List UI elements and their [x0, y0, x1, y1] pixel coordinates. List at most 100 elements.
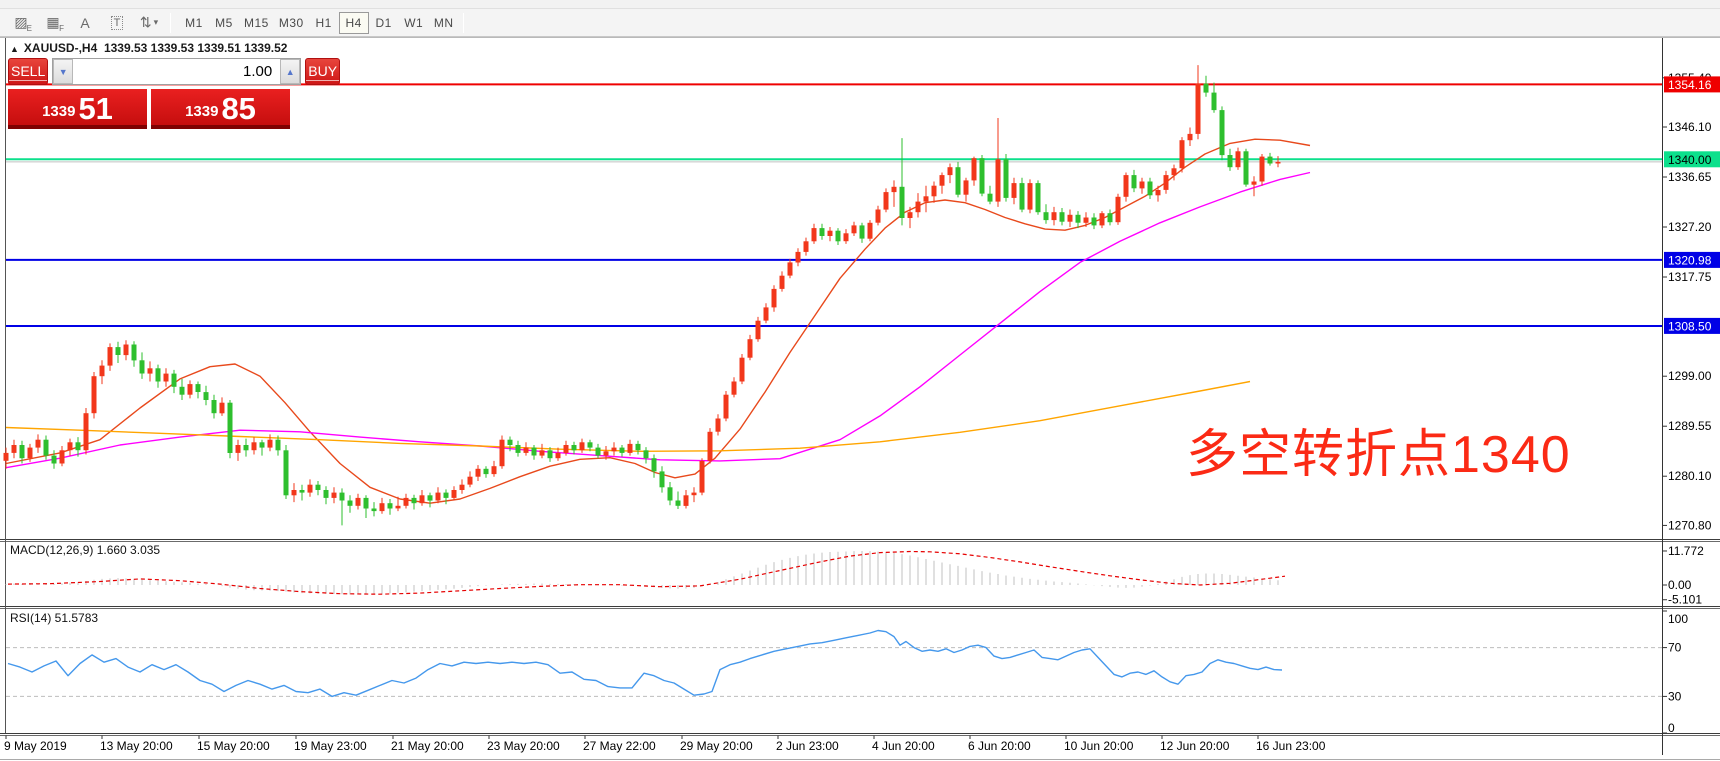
time-axis-label: 23 May 20:00	[487, 739, 560, 753]
macd-panel	[6, 551, 1278, 595]
macd-axis-label: 11.772	[1668, 544, 1704, 558]
candle-body	[1212, 93, 1217, 111]
time-axis-label: 15 May 20:00	[197, 739, 270, 753]
candle-body	[1084, 218, 1089, 223]
price-axis-label: 1299.00	[1668, 369, 1712, 383]
sell-price-box[interactable]: 1339 51	[8, 89, 147, 129]
candle-body	[844, 233, 849, 241]
candle-body	[348, 501, 353, 506]
candle-body	[476, 469, 481, 477]
candle-body	[1220, 110, 1225, 155]
candle-body	[420, 495, 425, 503]
time-axis-label: 12 Jun 20:00	[1160, 739, 1230, 753]
candle-body	[172, 374, 177, 387]
rsi-axis-label: 0	[1668, 721, 1675, 735]
candle-body	[156, 368, 161, 381]
candle-body	[44, 440, 49, 456]
candle-body	[860, 225, 865, 238]
candle-body	[964, 180, 969, 194]
candle-body	[324, 490, 329, 498]
candle-body	[540, 450, 545, 455]
candle-body	[404, 498, 409, 506]
candle-body	[1020, 183, 1025, 210]
candle-body	[804, 241, 809, 252]
candle-body	[1036, 183, 1041, 212]
sell-button[interactable]: SELL	[8, 58, 48, 85]
candle-body	[1068, 215, 1073, 222]
candle-body	[812, 228, 817, 241]
candle-body	[356, 498, 361, 506]
buy-price-box[interactable]: 1339 85	[151, 89, 290, 129]
candle-body	[508, 440, 513, 445]
candle-body	[196, 384, 201, 392]
candle-body	[580, 442, 585, 450]
candle-body	[124, 345, 129, 356]
candle-body	[636, 444, 641, 450]
candle-body	[900, 187, 905, 218]
rsi-line	[8, 631, 1282, 697]
candle-body	[676, 501, 681, 506]
candle-body	[92, 376, 97, 413]
buy-price-pips: 85	[221, 93, 255, 124]
candle-body	[948, 167, 953, 175]
candle-body	[644, 450, 649, 458]
candle-body	[660, 471, 665, 487]
volume-increase-button[interactable]: ▲	[280, 59, 300, 84]
candle-body	[1132, 175, 1137, 188]
candle-body	[924, 196, 929, 201]
candle-body	[252, 442, 257, 450]
candle-body	[516, 445, 521, 453]
mt4-window: ▨E ▦F A T ⇅▾ M1 M5 M15 M30 H1 H4 D1 W1 M…	[0, 0, 1720, 761]
candle-body	[500, 440, 505, 467]
candle-body	[36, 440, 41, 448]
volume-input[interactable]	[73, 59, 280, 84]
candle-body	[1060, 212, 1065, 222]
candle-body	[836, 231, 841, 242]
volume-decrease-button[interactable]: ▼	[53, 59, 73, 84]
collapse-arrow-icon[interactable]: ▲	[10, 44, 19, 54]
candle-body	[444, 493, 449, 498]
candle-body	[1276, 162, 1281, 164]
chart-title: ▲XAUUSD-,H4 1339.53 1339.53 1339.51 1339…	[10, 41, 287, 55]
candle-body	[20, 445, 25, 458]
candle-body	[788, 262, 793, 275]
candle-body	[276, 440, 281, 451]
candle-body	[1188, 134, 1193, 140]
candle-body	[708, 432, 713, 461]
candle-body	[68, 442, 73, 450]
price-axis-label: 1289.55	[1668, 419, 1712, 433]
candle-body	[732, 382, 737, 395]
candle-body	[772, 289, 777, 308]
candle-body	[468, 477, 473, 485]
candle-body	[940, 175, 945, 186]
candle-body	[1092, 218, 1097, 226]
price-badge-label: 1354.16	[1668, 78, 1712, 92]
macd-axis-label: 0.00	[1668, 578, 1692, 592]
candle-body	[1076, 215, 1081, 223]
time-axis-label: 13 May 20:00	[100, 739, 173, 753]
candle-body	[628, 444, 633, 453]
price-badge-label: 1340.00	[1668, 153, 1712, 167]
candle-body	[292, 490, 297, 495]
candle-body	[340, 493, 345, 501]
ma-mid	[6, 173, 1310, 468]
candle-body	[724, 395, 729, 419]
candle-body	[308, 485, 313, 493]
price-badge-label: 1308.50	[1668, 319, 1712, 333]
buy-button[interactable]: BUY	[305, 58, 340, 85]
time-axis-label: 4 Jun 20:00	[872, 739, 935, 753]
candle-body	[1028, 183, 1033, 210]
candle-body	[764, 307, 769, 320]
price-axis-label: 1270.80	[1668, 518, 1712, 532]
price-axis-label: 1327.20	[1668, 220, 1712, 234]
candle-body	[1244, 151, 1249, 184]
candle-body	[828, 231, 833, 236]
price-badge-label: 1320.98	[1668, 253, 1712, 267]
candle-body	[652, 458, 657, 471]
rsi-axis-label: 100	[1668, 612, 1688, 626]
time-axis-label: 27 May 22:00	[583, 739, 656, 753]
candle-body	[572, 445, 577, 450]
candle-body	[1004, 159, 1009, 198]
time-axis-label: 6 Jun 20:00	[968, 739, 1031, 753]
candle-body	[1012, 183, 1017, 198]
